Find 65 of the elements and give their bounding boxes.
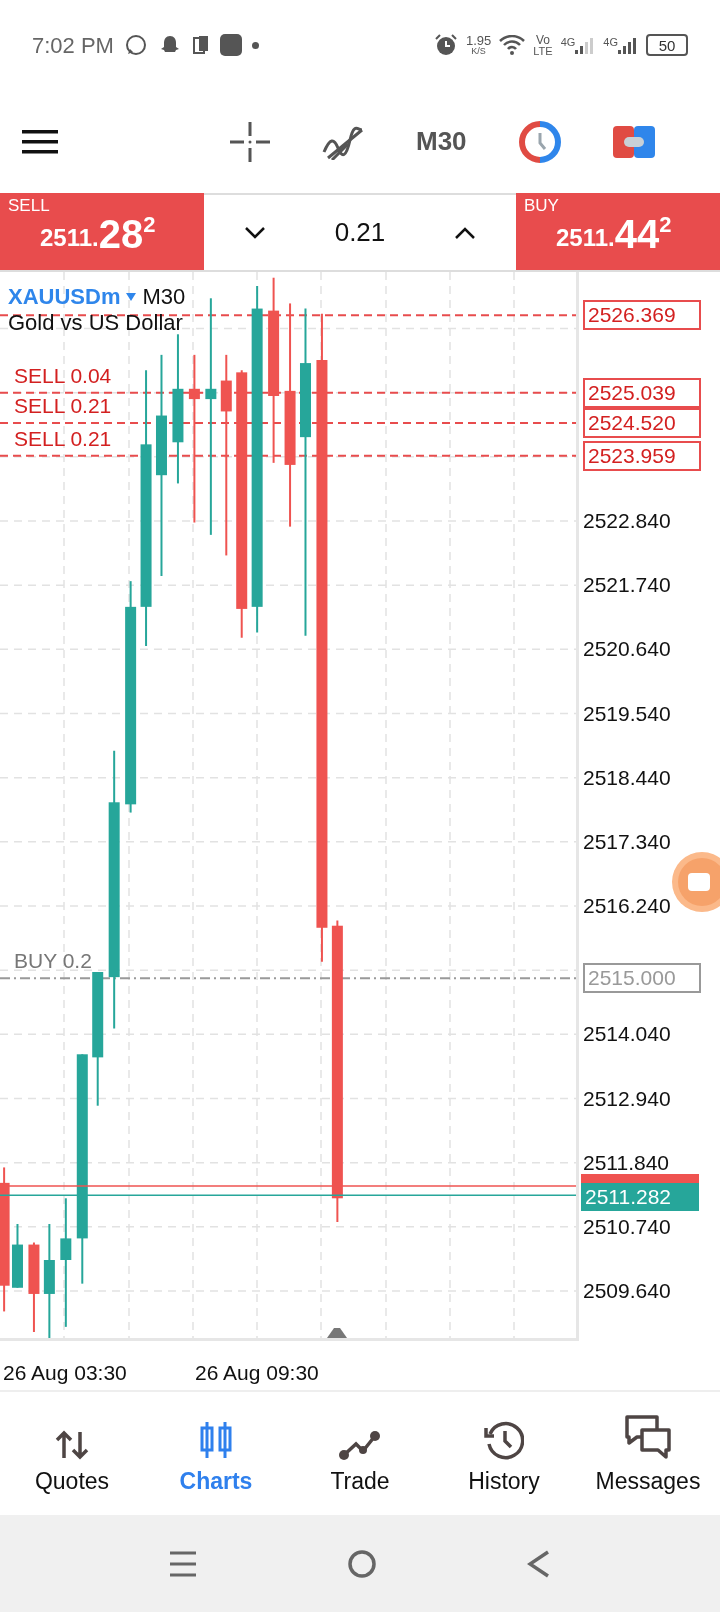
candle <box>12 1223 23 1289</box>
back-icon[interactable] <box>527 1548 551 1579</box>
price-scale-label: 2516.240 <box>583 895 671 916</box>
price-scale-label: 2512.940 <box>583 1087 671 1109</box>
chevron-up-icon[interactable] <box>454 225 476 240</box>
price-scale-label: 2514.040 <box>583 1023 671 1045</box>
nav-tab[interactable]: Messages <box>576 1392 720 1515</box>
clock-icon[interactable] <box>518 120 561 163</box>
network-speed-unit: K/S <box>471 47 486 56</box>
chat-bubbles-icon <box>624 1414 672 1460</box>
price-scale-label: 2522.840 <box>583 510 671 531</box>
order-price-label: 2524.520 <box>583 408 701 438</box>
volte-label: Vo <box>535 33 550 46</box>
network-speed: 1.95 <box>465 34 492 47</box>
up-down-arrows-icon <box>54 1430 90 1460</box>
symbol-name[interactable]: XAUUSDm <box>8 286 121 308</box>
toggle-icon[interactable] <box>612 125 655 158</box>
chevron-down-icon[interactable] <box>244 225 266 240</box>
document-icon <box>191 35 210 55</box>
battery-level: 50 <box>658 37 676 53</box>
signal-icon <box>618 38 638 56</box>
volte-label: LTE <box>533 45 553 57</box>
dropdown-arrow-icon[interactable] <box>126 293 137 301</box>
price-scale-label: 2511.840 <box>583 1151 670 1173</box>
order-label: BUY 0.2 <box>14 950 92 972</box>
wifi-icon <box>499 35 526 55</box>
network-type: 4G <box>560 35 576 50</box>
network-type: 4G <box>603 35 618 50</box>
price-scale-label: 2510.740 <box>583 1215 671 1237</box>
volume-value: 0.21 <box>334 216 386 249</box>
order-label: SELL 0.21 <box>14 395 112 416</box>
order-price-label: 2515.000 <box>583 963 701 994</box>
candlestick-icon <box>199 1420 233 1460</box>
order-price-label: 2525.039 <box>583 377 701 408</box>
crosshair-icon[interactable] <box>230 121 270 162</box>
chart-timeframe: M30 <box>142 286 186 308</box>
nav-tab[interactable]: Quotes <box>0 1392 144 1515</box>
bid-price-label: 2511.282 <box>581 1183 699 1212</box>
time-axis-label: 26 Aug 09:30 <box>195 1362 319 1383</box>
recent-apps-icon[interactable] <box>169 1550 197 1577</box>
order-label: SELL 0.21 <box>14 427 112 449</box>
price-scale-label: 2517.340 <box>583 830 671 852</box>
time-axis-label: 26 Aug 03:30 <box>3 1362 127 1383</box>
nav-tab[interactable]: Trade <box>288 1392 432 1515</box>
price-scale-label: 2520.640 <box>583 638 671 660</box>
nav-tab[interactable]: History <box>432 1392 576 1515</box>
menu-icon <box>22 129 58 154</box>
chat-bubble-icon <box>123 33 148 57</box>
nav-tab[interactable]: Charts <box>144 1392 288 1515</box>
signal-icon <box>575 38 596 56</box>
symbol-description: Gold vs US Dollar <box>8 312 184 334</box>
order-price-label: 2523.959 <box>583 440 701 471</box>
status-time: 7:02 PM <box>32 31 114 60</box>
order-label: SELL 0.04 <box>14 364 112 386</box>
app-icon <box>219 34 242 56</box>
price-scale-label: 2521.740 <box>583 574 671 596</box>
price-scale-label: 2509.640 <box>583 1280 671 1302</box>
alarm-clock-icon <box>433 33 458 57</box>
price-scale-label: 2518.440 <box>583 766 671 788</box>
trend-line-icon <box>339 1430 381 1460</box>
order-price-label: 2526.369 <box>583 300 701 331</box>
history-clock-icon <box>484 1420 524 1460</box>
price-scale-label: 2519.540 <box>583 702 671 724</box>
home-button-icon[interactable] <box>347 1548 377 1579</box>
timeframe-button[interactable]: M30 <box>416 122 467 161</box>
